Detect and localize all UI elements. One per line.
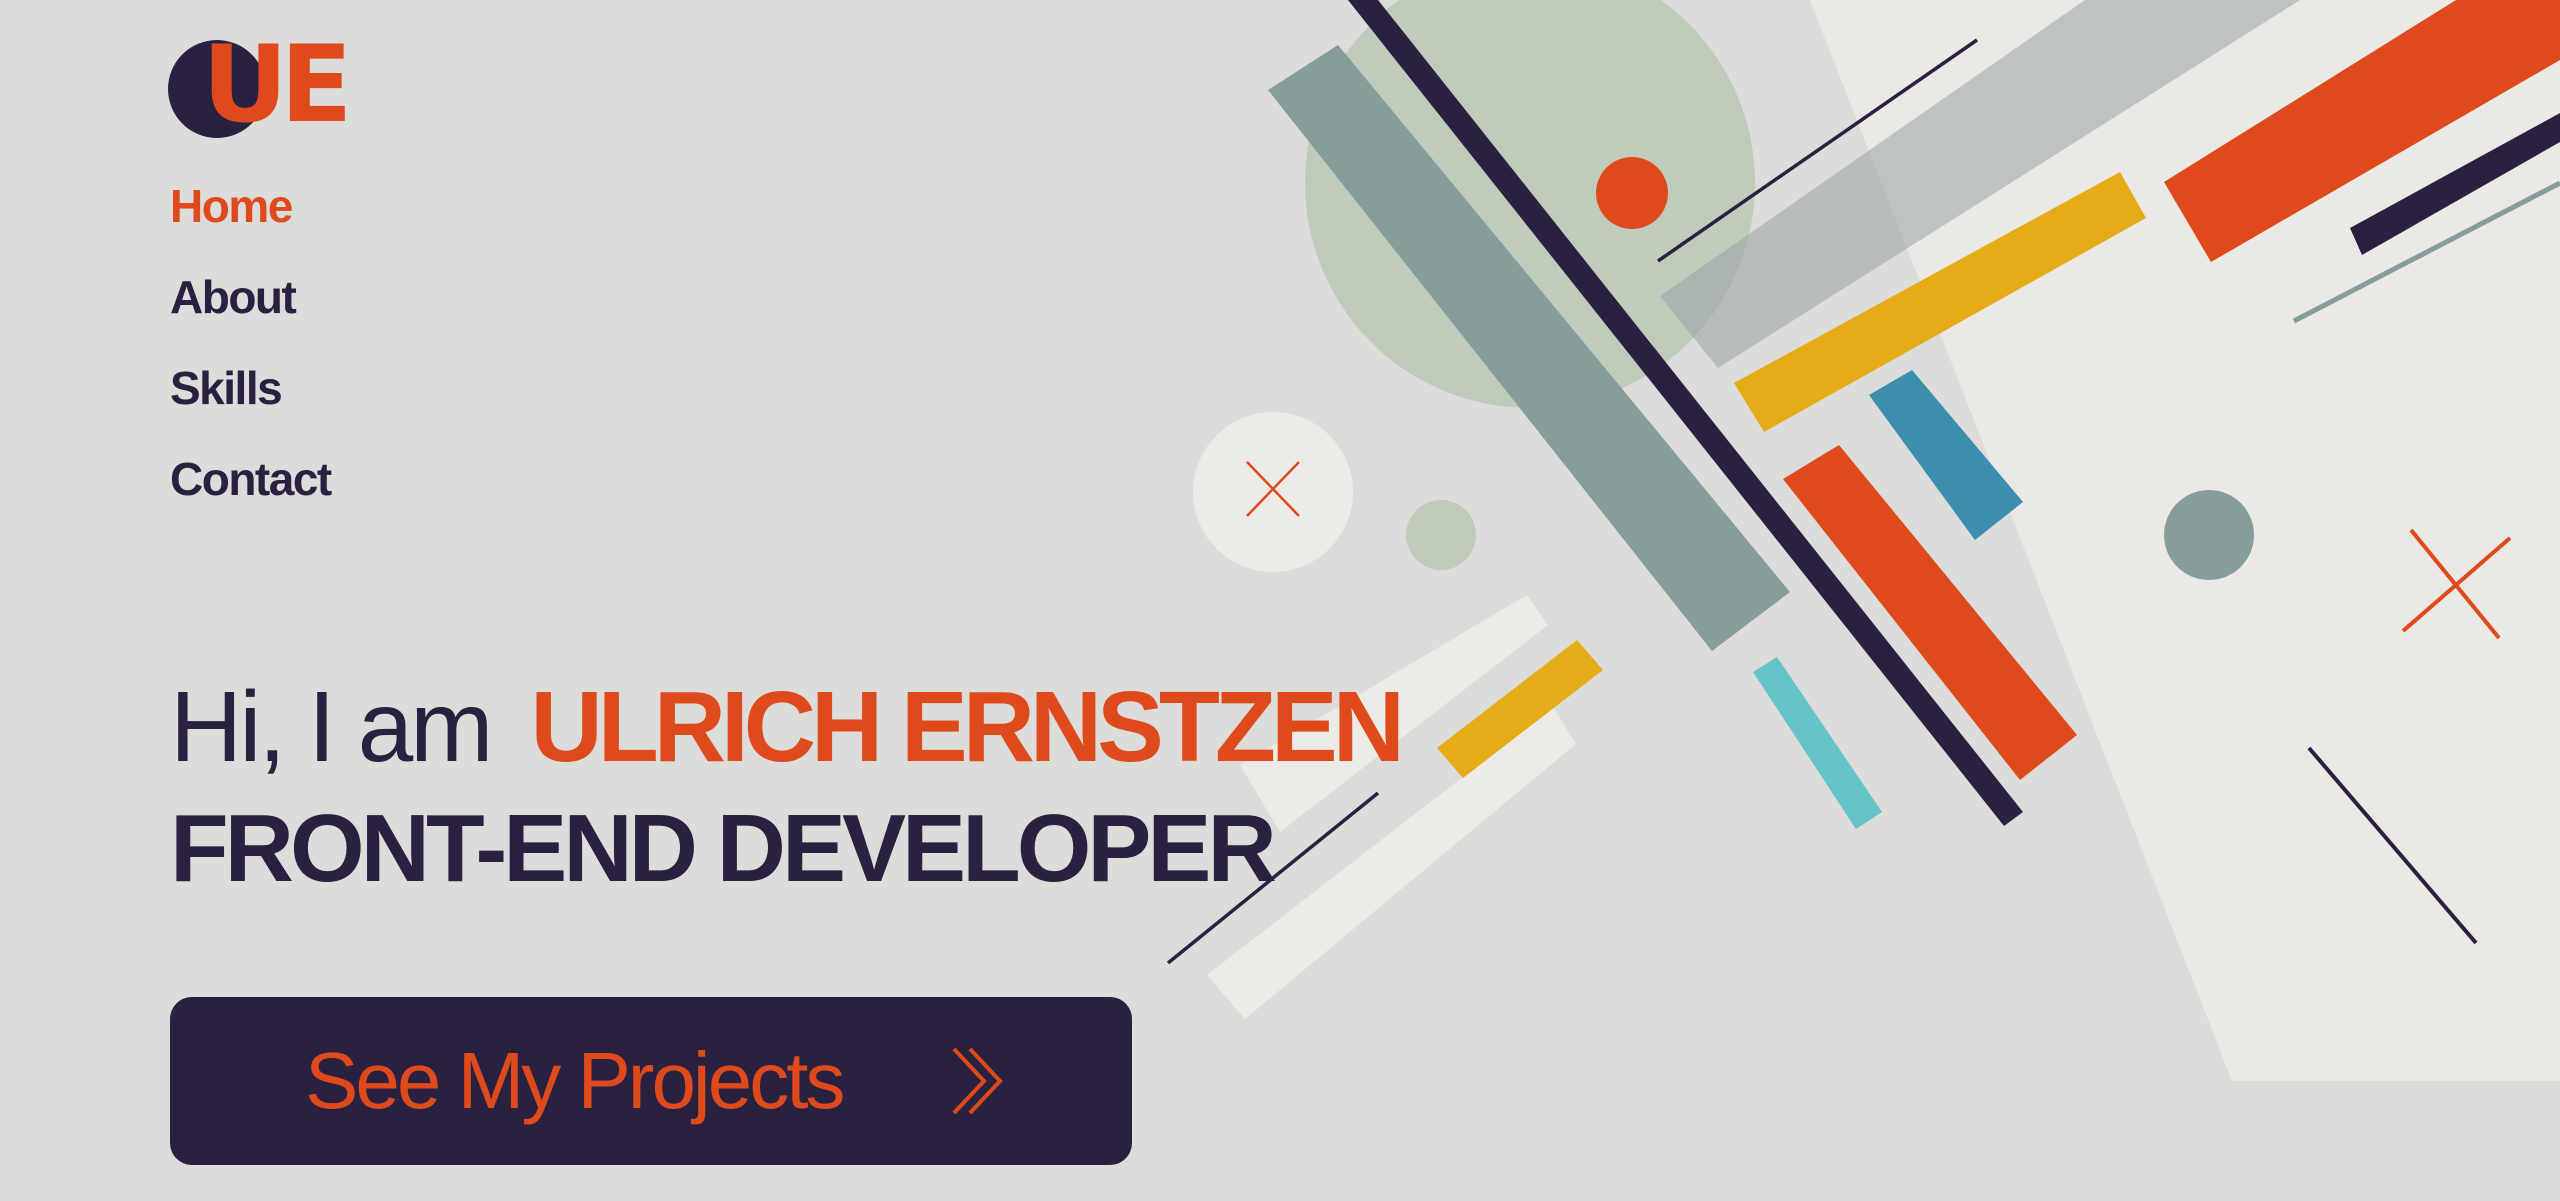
main-nav: Home About Skills Contact: [170, 176, 332, 540]
hero-name: ULRICH ERNSTZEN: [530, 671, 1404, 783]
double-chevron-right-icon: [952, 1047, 1003, 1115]
slate-dot: [2164, 490, 2254, 580]
hero-role: FRONT-END DEVELOPER: [170, 795, 1277, 902]
hero-greeting: Hi, I am: [170, 671, 493, 783]
brand-logo[interactable]: UE: [168, 32, 353, 142]
green-dot: [1406, 500, 1476, 570]
nav-item-contact[interactable]: Contact: [170, 449, 332, 540]
nav-item-about[interactable]: About: [170, 267, 331, 358]
see-projects-label: See My Projects: [305, 1036, 845, 1125]
nav-item-skills[interactable]: Skills: [170, 358, 331, 449]
logo-text: UE: [202, 23, 353, 146]
nav-item-home[interactable]: Home: [170, 176, 331, 267]
pale-circle: [1193, 412, 1353, 572]
see-projects-button[interactable]: See My Projects: [170, 997, 1132, 1165]
hero-greeting-line: Hi, I am ULRICH ERNSTZEN: [170, 671, 1405, 783]
orange-dot: [1596, 157, 1668, 229]
cyan-bar: [1753, 657, 1882, 829]
